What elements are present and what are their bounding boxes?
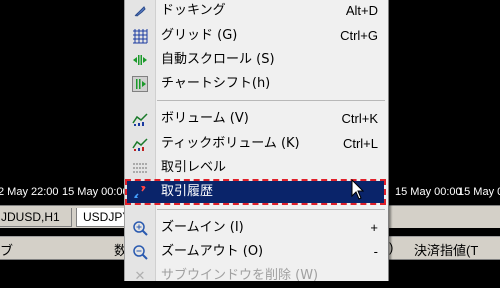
menu-item-shortcut: Ctrl+L xyxy=(342,136,378,151)
tab-audusd[interactable]: JDUSD,H1 xyxy=(0,208,72,227)
menu-item-tradelevels[interactable]: 取引レベル xyxy=(125,156,388,180)
zoom-out-icon xyxy=(132,244,148,260)
autoscroll-icon xyxy=(132,52,148,68)
mouse-cursor-icon xyxy=(351,178,365,205)
menu-item-label: ドッキング xyxy=(161,3,226,18)
time-label: 15 May 00:00 xyxy=(62,186,129,198)
column-header-settle[interactable]: 決済指値(T xyxy=(414,240,478,259)
menu-item-zoomin[interactable]: ズームイン (I) + xyxy=(125,216,388,240)
menu-item-tickvolume[interactable]: ティックボリューム (K) Ctrl+L xyxy=(125,132,388,156)
menu-item-autoscroll[interactable]: 自動スクロール (S) xyxy=(125,48,388,72)
menu-item-shortcut: Ctrl+K xyxy=(341,111,378,126)
grid-icon xyxy=(132,28,148,44)
menu-item-label: サブウインドウを削除 (W) xyxy=(161,268,319,283)
menu-separator xyxy=(157,100,385,101)
menu-item-label: 取引レベル xyxy=(161,160,227,175)
context-menu: ドッキング Alt+D グリッド (G) Ctrl+G 自動スクロール (S) … xyxy=(124,0,389,284)
time-label: 2 May 22:00 xyxy=(0,186,59,198)
tick-volume-icon xyxy=(132,136,148,152)
menu-item-shortcut: Alt+D xyxy=(345,3,378,18)
column-header[interactable]: ブ xyxy=(0,240,13,259)
tab-label: JDUSD,H1 xyxy=(1,210,60,224)
menu-item-label: ズームイン (I) xyxy=(161,220,244,235)
menu-item-shortcut: + xyxy=(370,220,378,235)
menu-item-docking[interactable]: ドッキング Alt+D xyxy=(125,0,388,23)
menu-item-label: ティックボリューム (K) xyxy=(161,136,300,151)
menu-separator xyxy=(157,209,385,210)
time-label: 15 May 00:00 xyxy=(458,186,500,198)
time-label: 15 May 00:00 xyxy=(395,186,462,198)
close-icon: ✕ xyxy=(134,268,146,284)
menu-item-chartshift[interactable]: チャートシフト(h) xyxy=(125,72,388,96)
pin-icon xyxy=(132,3,148,19)
column-header: ) xyxy=(389,240,394,255)
chart-shift-icon xyxy=(132,76,148,92)
trade-history-icon xyxy=(132,184,148,200)
menu-item-zoomout[interactable]: ズームアウト (O) - xyxy=(125,240,388,264)
menu-item-volume[interactable]: ボリューム (V) Ctrl+K xyxy=(125,107,388,131)
menu-item-tradehistory[interactable]: 取引履歴 xyxy=(125,178,386,205)
zoom-in-icon xyxy=(132,220,148,236)
volume-icon xyxy=(132,111,148,127)
menu-item-label: グリッド (G) xyxy=(161,28,238,43)
menu-item-label: ボリューム (V) xyxy=(161,111,249,126)
menu-item-label: チャートシフト(h) xyxy=(161,76,271,91)
trade-levels-icon xyxy=(132,160,148,176)
menu-item-deletesubwindow: ✕ サブウインドウを削除 (W) xyxy=(125,264,388,288)
menu-item-label: ズームアウト (O) xyxy=(161,244,264,259)
menu-item-label: 自動スクロール (S) xyxy=(161,52,275,67)
menu-item-shortcut: - xyxy=(373,244,378,259)
menu-item-grid[interactable]: グリッド (G) Ctrl+G xyxy=(125,24,388,48)
menu-item-label: 取引履歴 xyxy=(161,184,214,199)
menu-item-shortcut: Ctrl+G xyxy=(340,28,378,43)
